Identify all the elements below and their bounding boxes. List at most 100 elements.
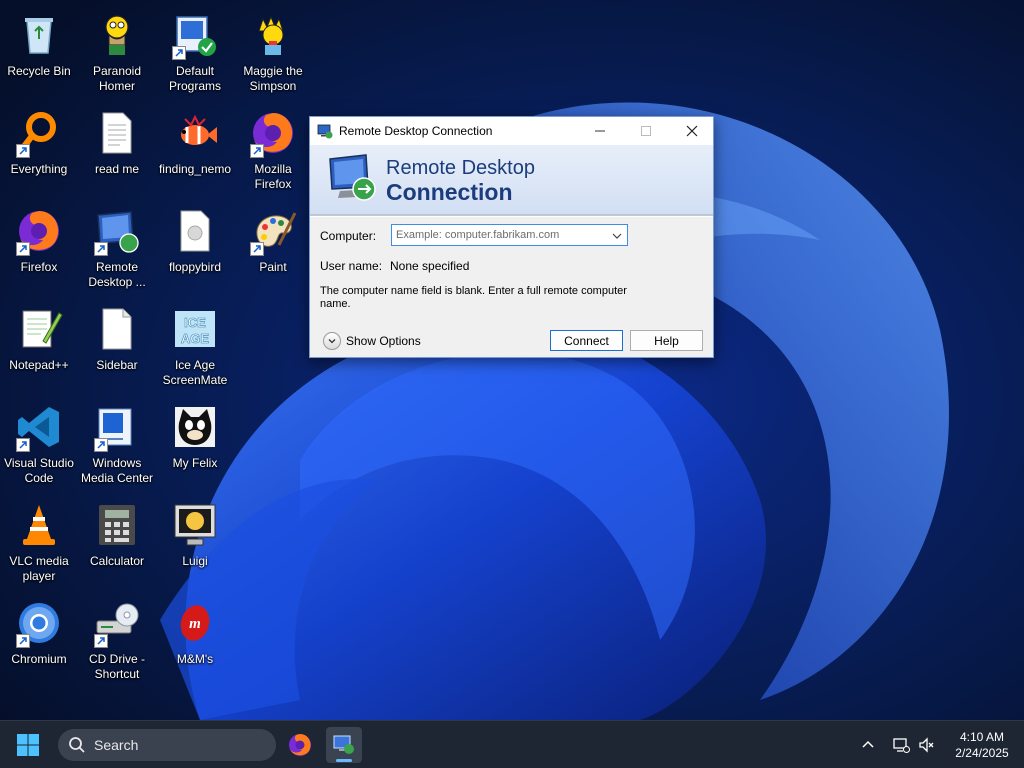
- desktop-icon-label: VLC media player: [9, 554, 69, 583]
- firefox-icon: [289, 734, 311, 756]
- desktop-icon-16[interactable]: Windows Media Center: [78, 396, 156, 488]
- desktop-icon-17[interactable]: My Felix: [156, 396, 234, 488]
- desktop-icon-10[interactable]: floppybird: [156, 200, 234, 292]
- desktop-icon-label: Default Programs: [168, 64, 221, 93]
- network-icon[interactable]: [892, 736, 910, 754]
- homer-icon: [92, 10, 142, 60]
- clock-time: 4:10 AM: [959, 730, 1005, 744]
- computer-input[interactable]: [396, 229, 606, 241]
- ice-age-icon: ICE AGE: [170, 304, 220, 354]
- desktop-icon-11[interactable]: Paint: [234, 200, 312, 292]
- desktop-icon-21[interactable]: Chromium: [0, 592, 78, 684]
- file-icon: [170, 206, 220, 256]
- shortcut-arrow-icon: [94, 242, 108, 256]
- desktop-icon-label: Calculator: [89, 554, 145, 568]
- desktop-icon-label: CD Drive - Shortcut: [89, 652, 145, 681]
- desktop-icon-label: read me: [94, 162, 140, 176]
- firefox-icon: [248, 108, 298, 158]
- chromium-icon: [14, 598, 64, 648]
- desktop-icon-7[interactable]: Mozilla Firefox: [234, 102, 312, 194]
- windows-media-center-icon: [92, 402, 142, 452]
- show-options-label: Show Options: [346, 334, 421, 348]
- desktop-icon-label: finding_nemo: [158, 162, 232, 176]
- username-value: None specified: [390, 259, 470, 273]
- minimize-button[interactable]: [577, 117, 623, 145]
- desktop-icon-label: Paint: [259, 260, 287, 274]
- windows-start-icon[interactable]: [16, 733, 40, 757]
- dialog-titlebar[interactable]: Remote Desktop Connection: [310, 117, 713, 145]
- svg-text:ICE: ICE: [184, 315, 206, 330]
- desktop-icon-label: Luigi: [182, 554, 208, 568]
- shortcut-arrow-icon: [94, 634, 108, 648]
- desktop-icon-label: floppybird: [168, 260, 222, 274]
- taskbar-remote-desktop[interactable]: [326, 727, 362, 763]
- desktop-icon-label: Windows Media Center: [80, 456, 154, 485]
- help-button[interactable]: Help: [630, 330, 703, 351]
- desktop-icon-3[interactable]: Maggie the Simpson: [234, 4, 312, 96]
- close-button[interactable]: [669, 117, 715, 145]
- desktop-icon-14[interactable]: ICE AGE Ice Age ScreenMate: [156, 298, 234, 390]
- taskbar-firefox[interactable]: [282, 727, 318, 763]
- desktop-icon-20[interactable]: Luigi: [156, 494, 234, 586]
- chevron-down-icon[interactable]: [611, 230, 623, 242]
- desktop-icon-18[interactable]: VLC media player: [0, 494, 78, 586]
- desktop-icon-2[interactable]: Default Programs: [156, 4, 234, 96]
- taskbar: Search 4:10 AM 2/24/2025: [0, 720, 1024, 768]
- search-icon: [69, 737, 85, 753]
- desktop-icon-5[interactable]: read me: [78, 102, 156, 194]
- status-message: The computer name field is blank. Enter …: [320, 285, 627, 310]
- connect-button[interactable]: Connect: [550, 330, 623, 351]
- remote-desktop-dialog: Remote Desktop Connection Remote Desktop…: [309, 116, 714, 358]
- desktop-icon-22[interactable]: CD Drive - Shortcut: [78, 592, 156, 684]
- desktop-icon-6[interactable]: finding_nemo: [156, 102, 234, 194]
- luigi-monitor-icon: [170, 500, 220, 550]
- computer-combobox[interactable]: [391, 224, 628, 246]
- search-placeholder: Search: [94, 737, 139, 753]
- volume-muted-icon[interactable]: [918, 736, 936, 754]
- computer-label: Computer:: [320, 229, 377, 243]
- firefox-icon: [14, 206, 64, 256]
- desktop-icon-label: Visual Studio Code: [4, 456, 74, 485]
- system-clock[interactable]: 4:10 AM 2/24/2025: [944, 729, 1020, 761]
- desktop-icon-label: Chromium: [11, 652, 67, 666]
- desktop-icon-0[interactable]: Recycle Bin: [0, 4, 78, 96]
- desktop-icon-label: Paranoid Homer: [92, 64, 142, 93]
- desktop-icon-12[interactable]: Notepad++: [0, 298, 78, 390]
- maximize-button[interactable]: [623, 117, 669, 145]
- svg-text:AGE: AGE: [181, 331, 210, 346]
- desktop-icon-8[interactable]: Firefox: [0, 200, 78, 292]
- text-file-icon: [92, 108, 142, 158]
- shortcut-arrow-icon: [16, 634, 30, 648]
- desktop-icon-label: M&M's: [176, 652, 214, 666]
- desktop-icon-13[interactable]: Sidebar: [78, 298, 156, 390]
- shortcut-arrow-icon: [16, 438, 30, 452]
- dialog-banner: Remote Desktop Connection: [310, 145, 713, 215]
- shortcut-arrow-icon: [172, 46, 186, 60]
- desktop-icon-1[interactable]: Paranoid Homer: [78, 4, 156, 96]
- remote-desktop-monitor-icon: [329, 154, 376, 201]
- desktop-icon-label: Ice Age ScreenMate: [162, 358, 228, 387]
- cd-drive-icon: [92, 598, 142, 648]
- shortcut-arrow-icon: [16, 242, 30, 256]
- banner-title-line2: Connection: [386, 179, 513, 205]
- minimize-icon: [595, 130, 605, 132]
- desktop-icon-15[interactable]: Visual Studio Code: [0, 396, 78, 488]
- taskbar-search-box[interactable]: Search: [58, 729, 276, 761]
- close-icon: [686, 125, 698, 137]
- vlc-cone-icon: [14, 500, 64, 550]
- show-options-toggle[interactable]: Show Options: [323, 332, 421, 350]
- desktop-icon-4[interactable]: Everything: [0, 102, 78, 194]
- nemo-fish-icon: [170, 108, 220, 158]
- desktop-icon-19[interactable]: Calculator: [78, 494, 156, 586]
- desktop-icon-9[interactable]: Remote Desktop ...: [78, 200, 156, 292]
- mms-candy-icon: m: [170, 598, 220, 648]
- blank-file-icon: [92, 304, 142, 354]
- banner-separator: [310, 215, 713, 217]
- shortcut-arrow-icon: [250, 242, 264, 256]
- expand-circle-icon: [323, 332, 341, 350]
- clock-date: 2/24/2025: [955, 746, 1009, 760]
- desktop-icon-23[interactable]: m M&M's: [156, 592, 234, 684]
- show-hidden-icons-chevron-icon[interactable]: [860, 737, 876, 753]
- remote-desktop-icon: [92, 206, 142, 256]
- username-label: User name:: [320, 259, 383, 273]
